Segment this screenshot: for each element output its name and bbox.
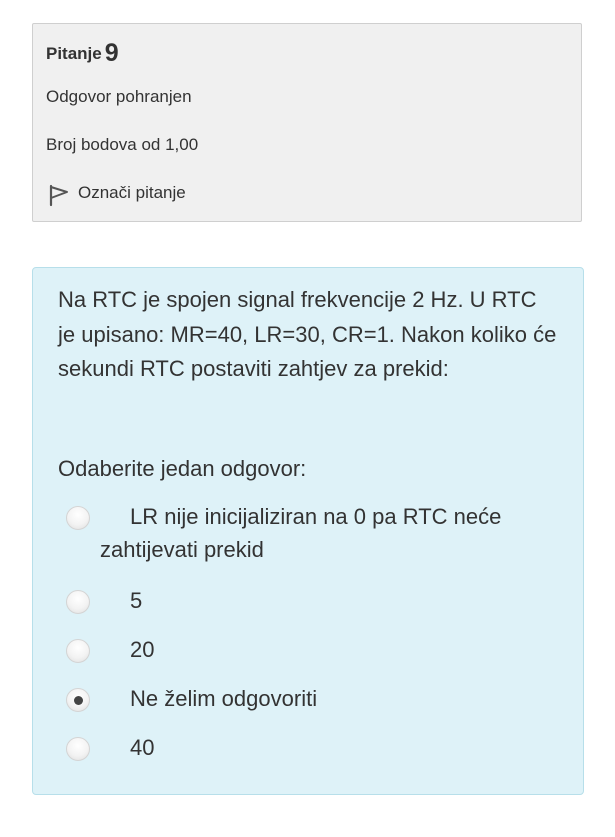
question-info-panel: Pitanje 9 Odgovor pohranjen Broj bodova o… <box>32 23 582 222</box>
answer-option-2[interactable]: 5 <box>66 588 546 617</box>
question-title: Pitanje 9 <box>46 39 119 68</box>
answer-radio-3[interactable] <box>66 639 90 663</box>
answer-label-2: 5 <box>130 588 143 613</box>
flag-question-label: Označi pitanje <box>78 183 186 202</box>
answer-radio-4[interactable] <box>66 688 90 712</box>
answer-option-1[interactable]: LR nije inicijaliziran na 0 pa RTC neće … <box>66 504 546 566</box>
question-content-panel: Na RTC je spojen signal frekvencije 2 Hz… <box>32 267 584 795</box>
answer-label-3: 20 <box>130 637 155 662</box>
question-title-label: Pitanje <box>46 44 102 63</box>
answer-radio-2[interactable] <box>66 590 90 614</box>
answer-option-5[interactable]: 40 <box>66 735 546 764</box>
question-number: 9 <box>104 39 119 67</box>
answer-label-5: 40 <box>130 735 155 760</box>
answer-label-1: LR nije inicijaliziran na 0 pa RTC neće … <box>100 504 502 562</box>
answer-radio-1[interactable] <box>66 506 90 530</box>
flag-question-link[interactable]: Označi pitanje <box>46 180 186 207</box>
question-text: Na RTC je spojen signal frekvencije 2 Hz… <box>58 287 557 381</box>
question-grade: Broj bodova od 1,00 <box>46 135 199 154</box>
flag-icon <box>49 184 68 207</box>
answer-label-4: Ne želim odgovoriti <box>130 686 318 711</box>
question-state: Odgovor pohranjen <box>46 87 192 106</box>
answer-radio-5[interactable] <box>66 737 90 761</box>
answer-prompt: Odaberite jedan odgovor: <box>58 456 307 481</box>
answer-option-3[interactable]: 20 <box>66 637 546 666</box>
answer-option-4[interactable]: Ne želim odgovoriti <box>66 686 546 715</box>
